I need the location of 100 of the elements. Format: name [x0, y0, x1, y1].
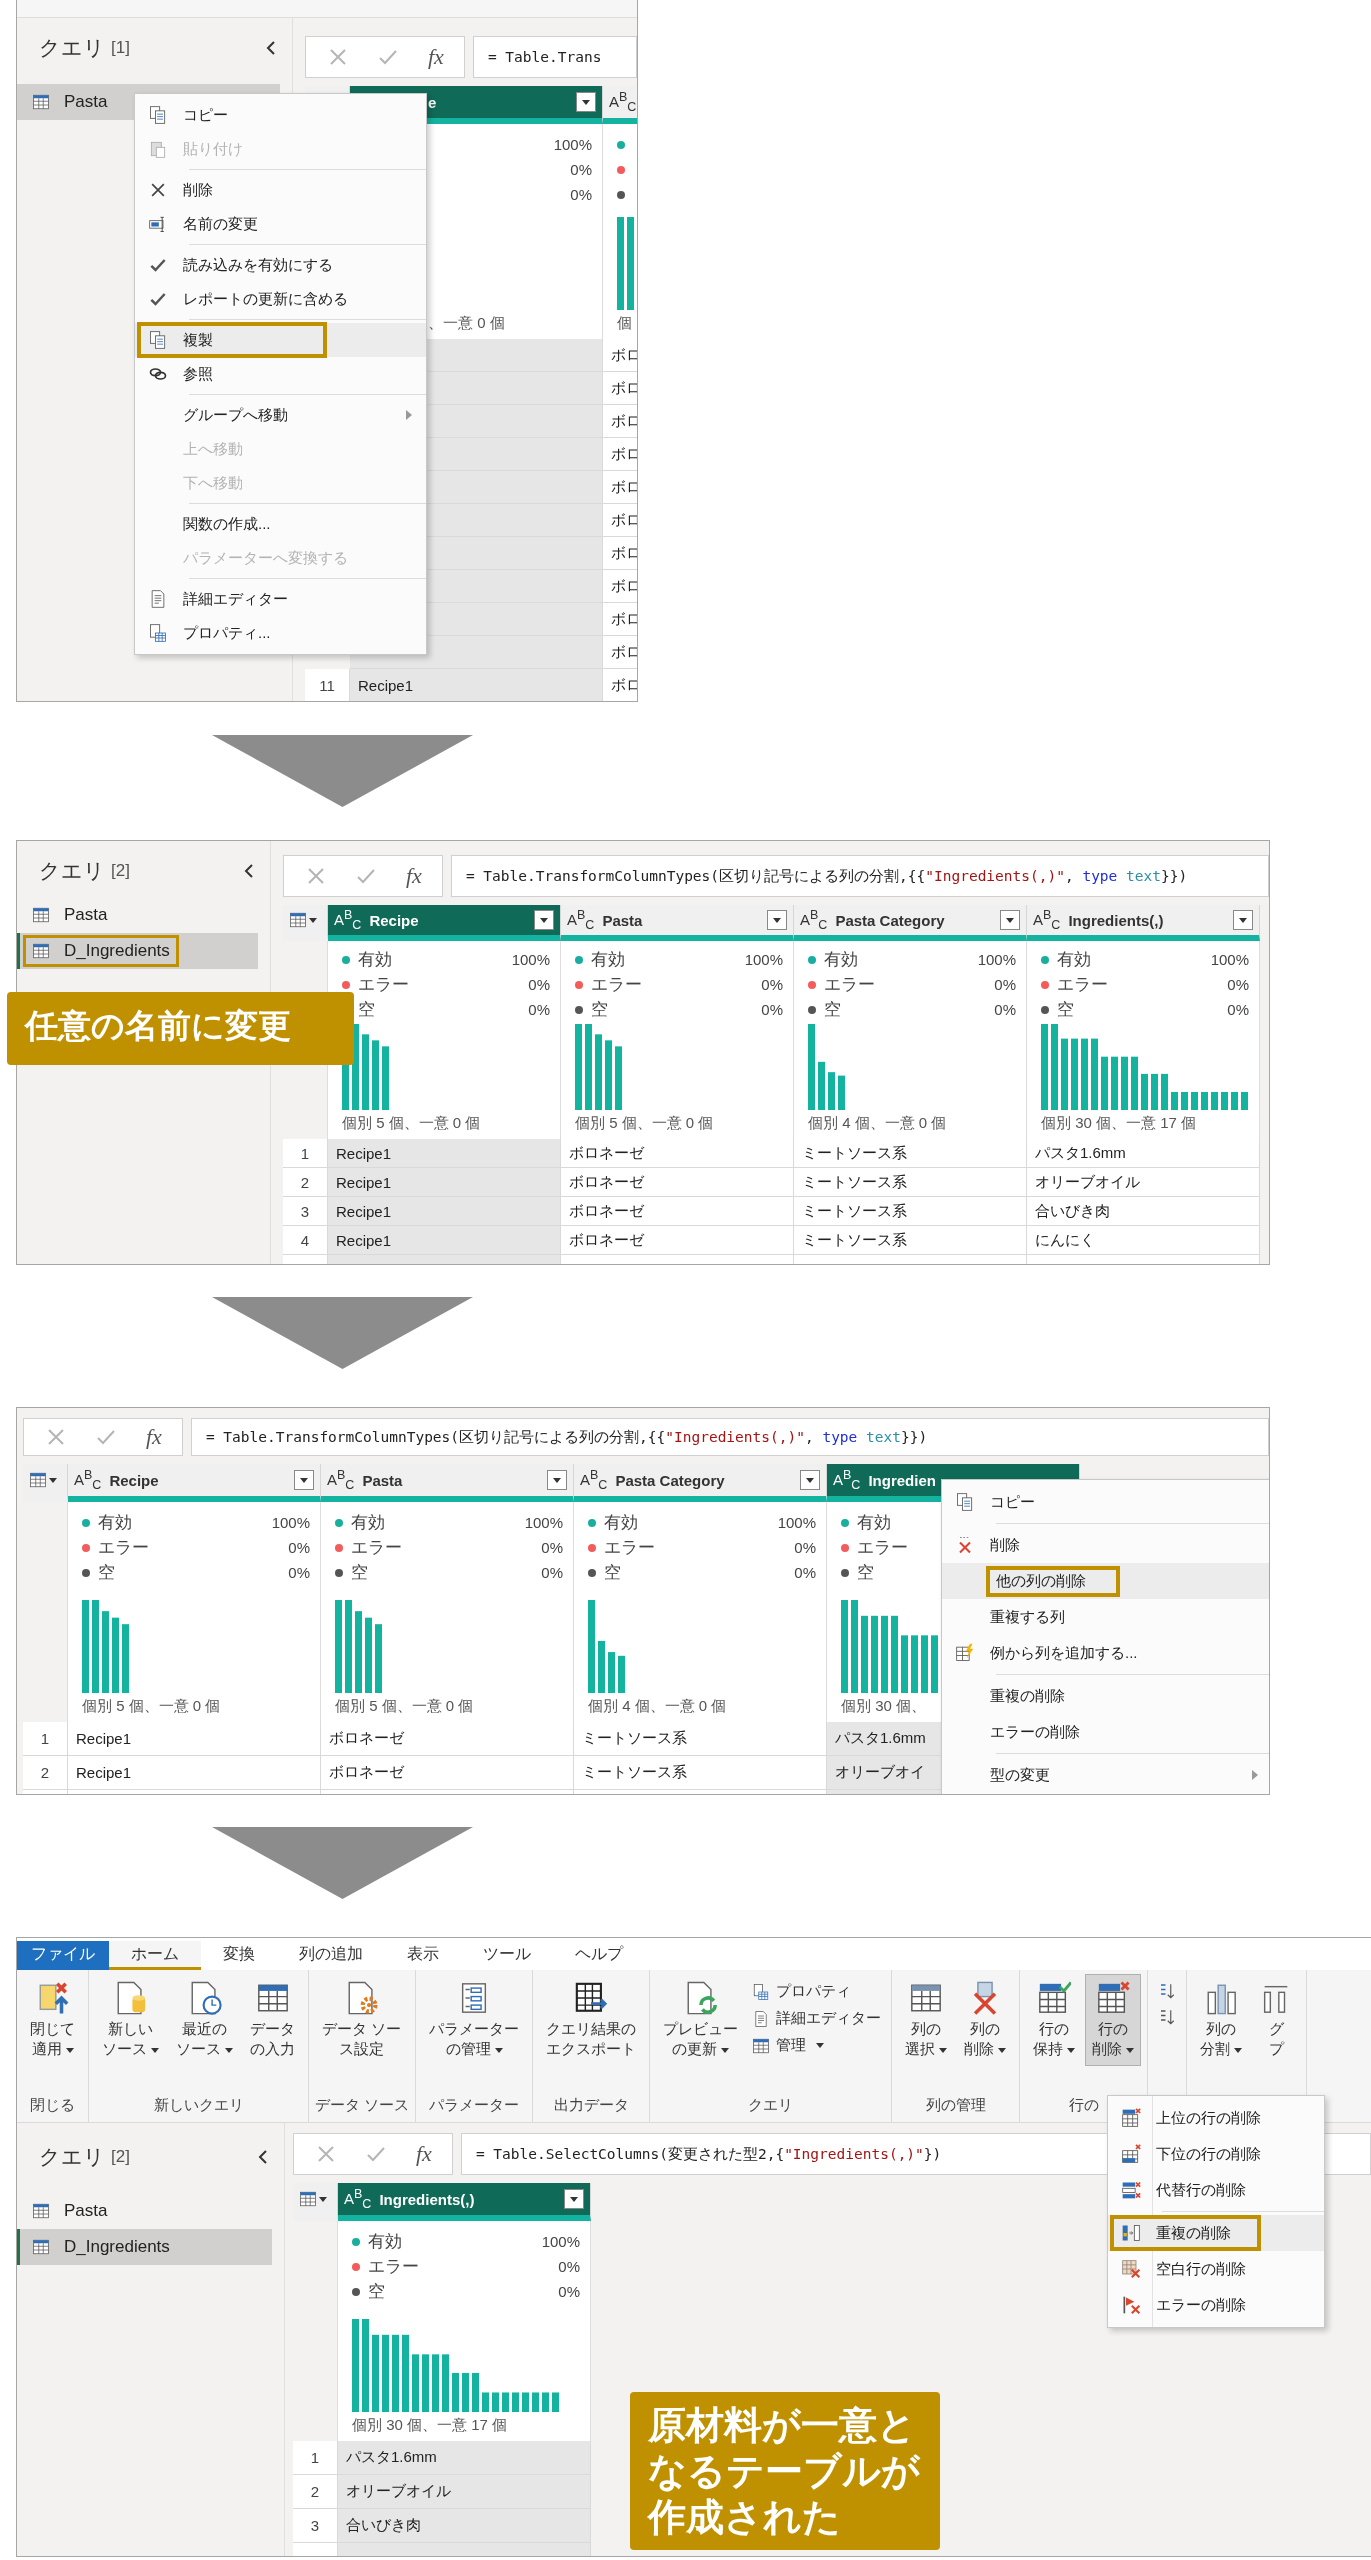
row-number: 1 — [23, 1722, 68, 1756]
table-cell: ボロ — [603, 405, 637, 438]
pane-title: クエリ — [39, 2144, 105, 2170]
table-cell: ボロ — [603, 504, 637, 537]
table-cell: ミートソース系 — [794, 1168, 1027, 1197]
table-cell: 合いびき肉 — [338, 2509, 591, 2543]
table-cell: パスタ1.6mm — [1027, 1139, 1260, 1168]
legend-label: エラー — [368, 2256, 419, 2278]
distinct-count: 個別 5 個、一意 0 個 — [335, 1697, 475, 1716]
query-label: D_Ingredients — [26, 938, 176, 964]
table-cell: ボロ — [603, 537, 637, 570]
query-label: Pasta — [26, 89, 114, 115]
distinct-count: 個別 5 個、一意 0 個 — [575, 1114, 715, 1133]
group-label: 行の — [1068, 2096, 1099, 2115]
table-cell: ミートソース系 — [574, 1722, 827, 1756]
group-label: パラメーター — [429, 2096, 520, 2115]
group-label: データ ソース — [315, 2096, 410, 2115]
table-cell: ミートソース系 — [574, 1756, 827, 1790]
percentage: 0% — [570, 161, 592, 178]
table-cell: オリーブオイル — [1027, 1168, 1260, 1197]
percentage: 0% — [558, 2258, 580, 2275]
callout: 任意の名前に変更 — [7, 992, 354, 1065]
group-label: 列の管理 — [925, 2096, 986, 2115]
percentage: 0% — [1227, 976, 1249, 993]
legend-label: エラー — [351, 1537, 402, 1559]
table-cell: ボロ — [603, 636, 637, 669]
table-cell: ボロ — [603, 471, 637, 504]
legend-label: 空 — [351, 1562, 368, 1584]
percentage: 100% — [541, 2233, 580, 2250]
distinct-count: 、一意 0 個 — [427, 314, 506, 333]
distinct-count: 個別 30 個、 — [841, 1697, 928, 1716]
row-number: 1 — [293, 2441, 338, 2475]
table-cell: ミートソース系 — [794, 1226, 1027, 1255]
query-label: D_Ingredients — [26, 2234, 176, 2260]
query-label: Pasta — [26, 902, 114, 928]
distinct-count: 個別 5 個、一意 0 個 — [342, 1114, 482, 1133]
row-number: 2 — [293, 2475, 338, 2509]
legend-label: エラー — [98, 1537, 149, 1559]
percentage: 100% — [1210, 951, 1249, 968]
group-label: クエリ — [748, 2096, 794, 2115]
legend-label: エラー — [604, 1537, 655, 1559]
legend-label: 有効 — [1057, 949, 1091, 971]
table-cell: Recipe1 — [328, 1197, 561, 1226]
table-cell: ボロ — [603, 372, 637, 405]
row-number: 1 — [283, 1139, 328, 1168]
table-cell: Recipe1 — [328, 1168, 561, 1197]
row-number: 2 — [283, 1168, 328, 1197]
distinct-count: 個別 30 個、一意 17 個 — [1041, 1114, 1198, 1133]
percentage: 100% — [271, 1514, 310, 1531]
group-label: 出力データ — [553, 2096, 629, 2115]
row-number: 11 — [305, 669, 350, 701]
percentage: 0% — [994, 1001, 1016, 1018]
table-cell: 合いびき肉 — [1027, 1197, 1260, 1226]
percentage: 0% — [288, 1564, 310, 1581]
table-cell: ボロネーゼ — [561, 1197, 794, 1226]
table-cell: オリーブオイル — [338, 2475, 591, 2509]
table-cell: にんにく — [1027, 1226, 1260, 1255]
legend-label: エラー — [1057, 974, 1108, 996]
query-count: [2] — [111, 2147, 130, 2167]
table-cell: Recipe1 — [68, 1722, 321, 1756]
legend-label: 有効 — [591, 949, 625, 971]
legend-label: 有効 — [604, 1512, 638, 1534]
percentage: 0% — [558, 2283, 580, 2300]
percentage: 100% — [777, 1514, 816, 1531]
percentage: 0% — [761, 1001, 783, 1018]
legend-label: 有効 — [98, 1512, 132, 1534]
legend-label: 有効 — [824, 949, 858, 971]
table-cell: Recipe1 — [68, 1756, 321, 1790]
table-cell: ボロネーゼ — [561, 1139, 794, 1168]
percentage: 0% — [794, 1564, 816, 1581]
table-cell: Recipe1 — [328, 1139, 561, 1168]
callout: 原材料が一意と なるテーブルが 作成された — [630, 2392, 940, 2550]
table-cell: ボロ — [603, 603, 637, 636]
legend-label: 空 — [824, 999, 841, 1021]
legend-label: エラー — [591, 974, 642, 996]
query-label: Pasta — [26, 2198, 114, 2224]
table-cell: ボロ — [603, 438, 637, 471]
percentage: 0% — [288, 1539, 310, 1556]
percentage: 0% — [541, 1564, 563, 1581]
query-count: [1] — [111, 38, 130, 58]
table-cell: ミートソース系 — [794, 1139, 1027, 1168]
row-number: 2 — [23, 1756, 68, 1790]
legend-label: エラー — [857, 1537, 908, 1559]
table-cell: ボロネーゼ — [561, 1226, 794, 1255]
legend-label: エラー — [358, 974, 409, 996]
distinct-count: 個別 4 個、一意 0 個 — [808, 1114, 948, 1133]
pane-title: クエリ — [39, 35, 105, 61]
legend-label: 有効 — [368, 2231, 402, 2253]
table-cell: ボロネーゼ — [321, 1756, 574, 1790]
row-number: 3 — [293, 2509, 338, 2543]
legend-label: エラー — [824, 974, 875, 996]
percentage: 0% — [761, 976, 783, 993]
percentage: 100% — [511, 951, 550, 968]
legend-label: 空 — [857, 1562, 874, 1584]
query-count: [2] — [111, 861, 130, 881]
percentage: 100% — [744, 951, 783, 968]
distinct-count: 個別 30 個、一意 17 個 — [352, 2416, 509, 2435]
percentage: 0% — [528, 1001, 550, 1018]
legend-label: 空 — [604, 1562, 621, 1584]
group-label: 新しいクエリ — [153, 2096, 244, 2115]
